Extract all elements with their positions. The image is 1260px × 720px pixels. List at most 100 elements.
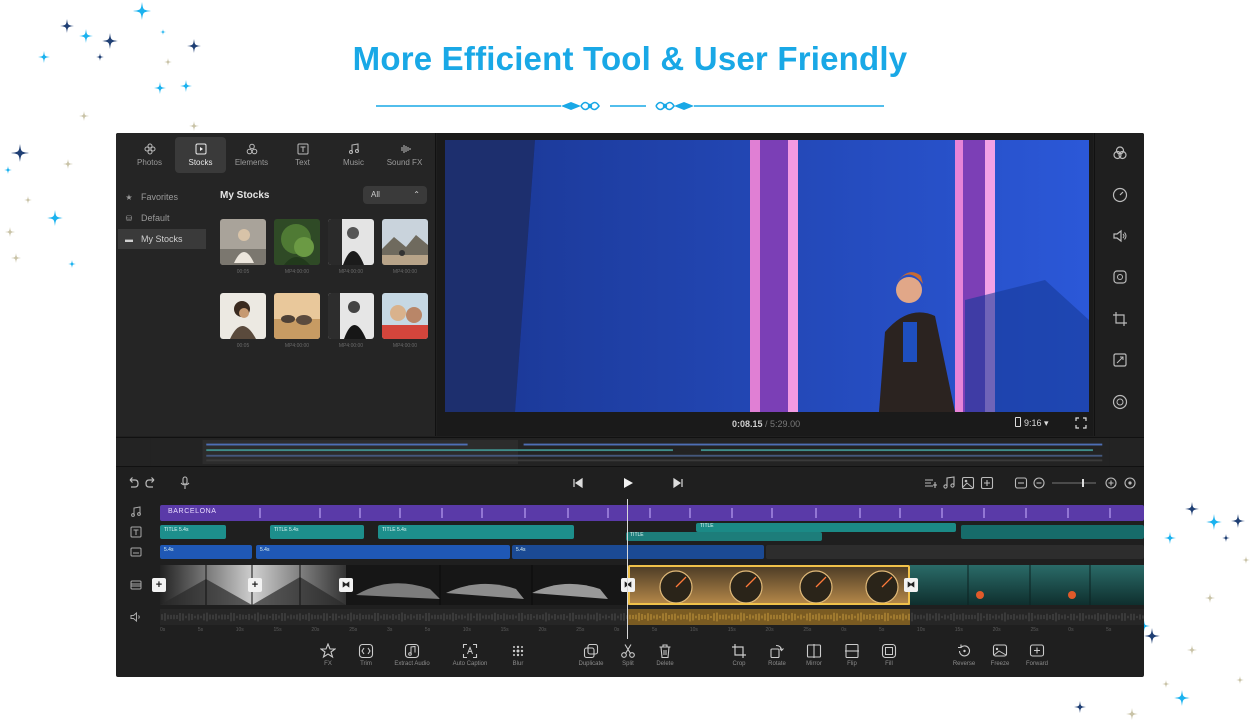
blur-button[interactable]: Blur [496, 643, 540, 667]
title-clip-label: TITLE [630, 532, 644, 538]
aspect-ratio-select[interactable]: 9:16 ▾ [1015, 417, 1049, 429]
caption-clip[interactable]: 5.4s [160, 545, 252, 559]
title-clip[interactable] [961, 525, 1144, 539]
trim-button[interactable]: Trim [344, 643, 388, 667]
folder-icon: ▬ [125, 234, 133, 244]
tool-label: Reverse [952, 661, 976, 667]
title-clip[interactable]: TITLE [626, 532, 822, 541]
zoom-reset-icon[interactable] [1123, 476, 1137, 490]
caption-clip[interactable]: 5.4s [256, 545, 510, 559]
color-icon[interactable] [1112, 145, 1128, 161]
play-square-icon [195, 143, 206, 155]
tab-photos[interactable]: Photos [124, 137, 175, 173]
ruler-label: 10s [916, 627, 925, 633]
track-settings-icon[interactable] [924, 476, 938, 490]
fit-timeline-icon[interactable] [1014, 476, 1028, 490]
flip-icon [845, 643, 859, 659]
ruler-label: 20s [992, 627, 1001, 633]
music-track-icon [131, 506, 141, 517]
title-clip[interactable]: TITLE 5.4s [270, 525, 364, 539]
zoom-slider[interactable] [1052, 476, 1096, 490]
stock-thumbnail[interactable] [220, 293, 266, 339]
playhead[interactable] [627, 499, 628, 639]
timeline-toolbar [116, 471, 1144, 497]
undo-icon[interactable] [126, 476, 140, 490]
title-clip[interactable]: TITLE 5.4s [378, 525, 574, 539]
tool-label: Freeze [990, 661, 1010, 667]
caption-clip-duration: 5.4s [260, 547, 270, 553]
tool-label: Crop [732, 661, 746, 667]
add-transition-button[interactable]: + [152, 578, 166, 592]
ruler-label: 5s [652, 627, 658, 633]
title-clip[interactable]: TITLE [696, 523, 956, 532]
auto-caption-button[interactable]: Auto Caption [448, 643, 492, 667]
selected-clip-outline[interactable] [628, 565, 910, 605]
zoom-in-icon[interactable] [1104, 476, 1118, 490]
zoom-out-icon[interactable] [1032, 476, 1046, 490]
title-clip[interactable]: TITLE 5.4s [160, 525, 226, 539]
preview-frame[interactable] [445, 140, 1089, 412]
stocks-filter-select[interactable]: All ⌃ [363, 186, 427, 204]
music-clip[interactable]: BARCELONA [160, 505, 1144, 521]
transition-icon[interactable]: ⧓ [621, 578, 635, 592]
tab-music[interactable]: Music [328, 137, 379, 173]
tab-text[interactable]: Text [277, 137, 328, 173]
library-item-favorites[interactable]: ★ Favorites [118, 187, 206, 207]
thumbnail-caption: MP4:00:00 [392, 343, 418, 349]
ruler-label: 10s [689, 627, 698, 633]
add-image-icon[interactable] [961, 476, 975, 490]
speed-icon[interactable] [1112, 187, 1128, 203]
mask-icon[interactable] [1112, 394, 1128, 410]
stock-thumbnail[interactable] [382, 219, 428, 265]
extract-audio-button[interactable]: Extract Audio [390, 643, 434, 667]
title-clip-label: TITLE [274, 527, 288, 533]
ruler-label: 15s [500, 627, 509, 633]
tool-label: Rotate [768, 661, 786, 667]
text-icon [297, 143, 308, 155]
resize-icon[interactable] [1112, 352, 1128, 368]
fill-button[interactable]: Fill [867, 643, 911, 667]
trim-icon [358, 643, 374, 659]
ruler-label: 25s [349, 627, 358, 633]
caption-clip[interactable]: 5.4s [512, 545, 764, 559]
stock-thumbnail[interactable] [382, 293, 428, 339]
tab-sound-fx[interactable]: Sound FX [379, 137, 430, 173]
ruler-label: 10s [235, 627, 244, 633]
audio-waveform[interactable] [160, 609, 1144, 625]
tab-stocks[interactable]: Stocks [175, 137, 226, 173]
stock-thumbnail[interactable] [328, 219, 374, 265]
title-clip-duration: 5.4s [289, 527, 299, 533]
add-music-icon[interactable] [942, 476, 956, 490]
stock-thumbnail[interactable] [274, 293, 320, 339]
redo-icon[interactable] [144, 476, 158, 490]
library-item-default[interactable]: ⛁ Default [118, 208, 206, 228]
play-icon[interactable] [621, 476, 635, 490]
add-media-icon[interactable] [980, 476, 994, 490]
transition-icon[interactable]: ⧓ [904, 578, 918, 592]
delete-button[interactable]: Delete [643, 643, 687, 667]
title-clip-label: TITLE [164, 527, 178, 533]
transition-icon[interactable]: ⧓ [339, 578, 353, 592]
stock-thumbnail[interactable] [274, 219, 320, 265]
timeline-overview[interactable] [116, 437, 1144, 467]
skip-back-icon[interactable] [571, 476, 585, 490]
fullscreen-icon[interactable] [1075, 417, 1087, 429]
library-item-my-stocks[interactable]: ▬ My Stocks [118, 229, 206, 249]
filter-icon[interactable] [1112, 269, 1128, 285]
tab-label: Stocks [188, 158, 213, 167]
title-clip-label: TITLE [382, 527, 396, 533]
section-title: My Stocks [220, 190, 270, 201]
stock-thumbnail[interactable] [328, 293, 374, 339]
stock-thumbnail[interactable] [220, 219, 266, 265]
caption-clip[interactable] [766, 545, 1144, 559]
library-list: ★ Favorites ⛁ Default ▬ My Stocks [118, 187, 206, 250]
tab-label: Elements [234, 158, 269, 167]
tab-elements[interactable]: Elements [226, 137, 277, 173]
skip-forward-icon[interactable] [671, 476, 685, 490]
forward-button[interactable]: Forward [1015, 643, 1059, 667]
volume-icon[interactable] [1112, 228, 1128, 244]
tab-label: Music [343, 158, 364, 167]
add-transition-button[interactable]: + [248, 578, 262, 592]
microphone-icon[interactable] [178, 476, 192, 490]
crop-icon[interactable] [1112, 311, 1128, 327]
